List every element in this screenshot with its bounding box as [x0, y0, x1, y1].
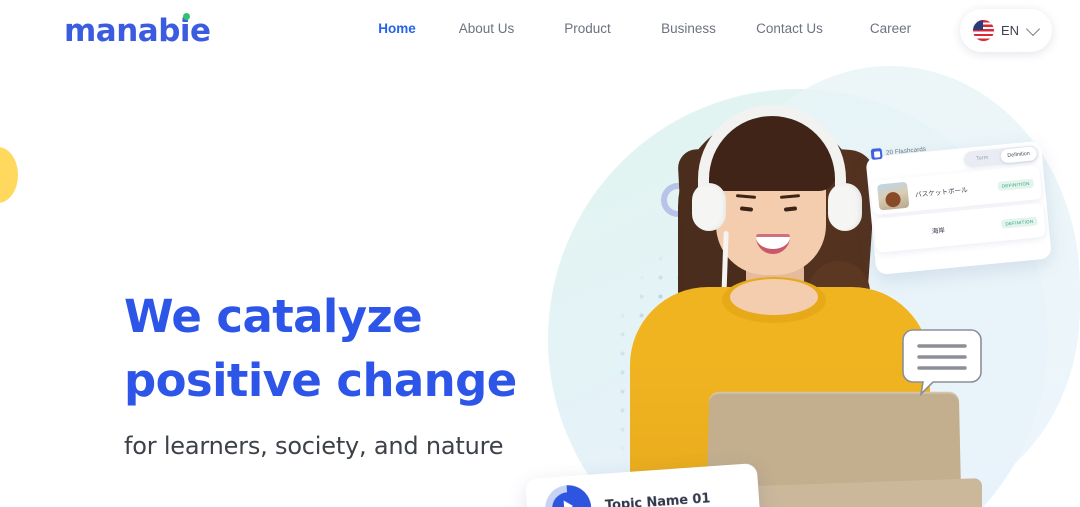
logo-green-dot-icon: [182, 13, 190, 20]
nav-item-about-us[interactable]: About Us: [459, 21, 515, 36]
collar-inner: [730, 279, 818, 315]
flashcard-term: バスケットボール: [914, 185, 969, 199]
flashcard-thumbnail: [877, 181, 910, 211]
flashcard-widget[interactable]: 20 Flashcards Term Definition バスケットボール D…: [862, 129, 1052, 276]
circular-progress-play-icon: [543, 483, 593, 507]
nav-item-product[interactable]: Product: [564, 21, 611, 36]
us-flag-icon: [973, 20, 994, 41]
logo[interactable]: manab ie: [64, 13, 211, 49]
hero-copy: We catalyze positive change for learners…: [124, 285, 554, 460]
headphone-cup-right: [828, 183, 862, 231]
logo-text-part1: manab: [64, 13, 180, 49]
language-selector[interactable]: EN: [960, 9, 1052, 52]
landing-page: 20 Flashcards Term Definition バスケットボール D…: [0, 0, 1080, 507]
nav-item-home[interactable]: Home: [378, 21, 416, 36]
page-subtitle: for learners, society, and nature: [124, 432, 504, 460]
site-header: manab ie Home About Us Product Business C…: [0, 0, 1080, 61]
nav-item-business[interactable]: Business: [661, 21, 716, 36]
flashcard-count-label: 20 Flashcards: [885, 145, 927, 157]
headphone-cup-left: [692, 183, 726, 231]
toggle-option-definition[interactable]: Definition: [999, 146, 1038, 164]
definition-badge: DEFINITION: [997, 178, 1035, 191]
chevron-down-icon[interactable]: [1025, 21, 1041, 36]
nav-item-contact-us[interactable]: Contact Us: [756, 21, 823, 36]
logo-text-part2: e: [190, 13, 211, 49]
language-code: EN: [1001, 23, 1020, 38]
flashcard-term: 海岸: [931, 226, 946, 236]
play-triangle-icon: [563, 499, 574, 507]
nav-item-career[interactable]: Career: [870, 21, 911, 36]
topic-title: Topic Name 01: [604, 490, 711, 507]
speech-bubble-icon: [899, 326, 985, 398]
main-navigation: Home About Us Product Business Contact U…: [358, 20, 941, 38]
flashcard-stack-icon: [870, 147, 883, 160]
yellow-circle-decor-icon: [0, 147, 18, 203]
logo-i-with-dot: i: [179, 13, 191, 49]
page-title: We catalyze positive change: [124, 290, 517, 407]
definition-badge: DEFINITION: [1001, 215, 1038, 229]
